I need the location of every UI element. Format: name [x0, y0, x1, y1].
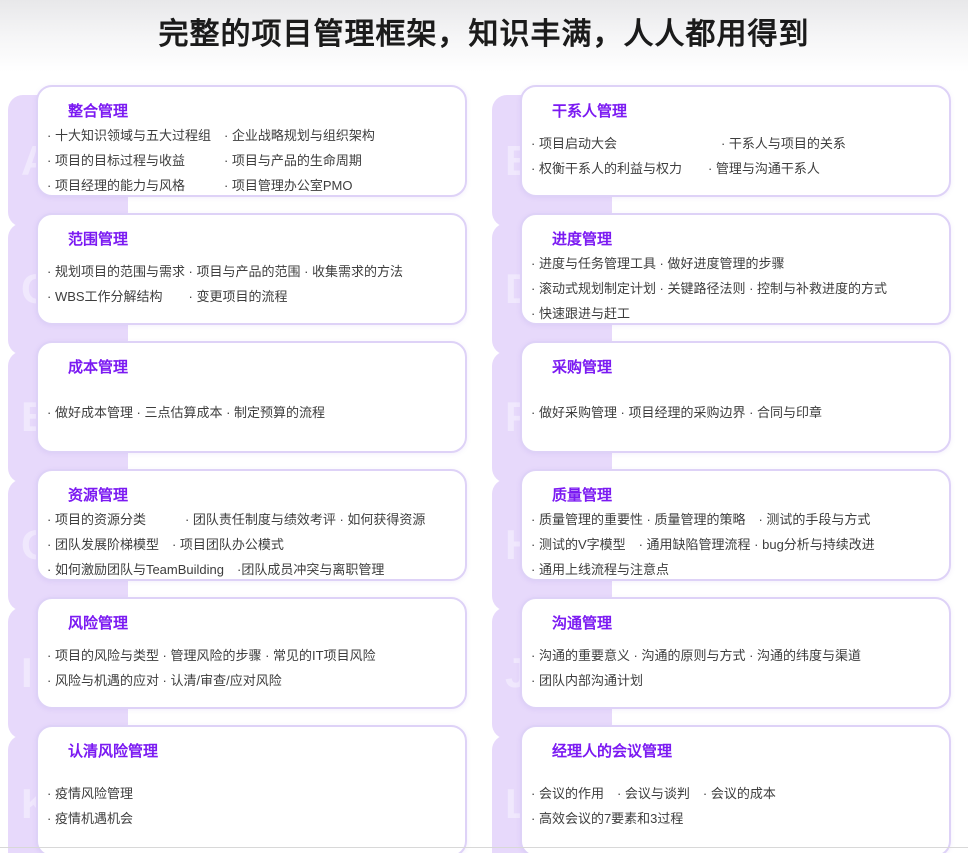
- card-title: 认清风险管理: [68, 740, 465, 761]
- card-bullet-line: · 项目的风险与类型 · 管理风险的步骤 · 常见的IT项目风险: [47, 643, 455, 668]
- card-lines: · 会议的作用 · 会议与谈判 · 会议的成本 · 高效会议的7要素和3过程: [522, 761, 949, 853]
- card-body: 成本管理 · 做好成本管理 · 三点估算成本 · 制定预算的流程: [36, 341, 467, 453]
- card-bullet-line: · 项目经理的能力与风格 · 项目管理办公室PMO: [47, 173, 455, 197]
- card-letter: I: [8, 652, 33, 694]
- card-bullet-line: · 团队发展阶梯模型 · 项目团队办公模式: [47, 532, 455, 557]
- card-bullet-line: · 十大知识领域与五大过程组 · 企业战略规划与组织架构: [47, 123, 455, 148]
- card-bullet-line: · 做好成本管理 · 三点估算成本 · 制定预算的流程: [47, 400, 455, 425]
- card-body: 采购管理 · 做好采购管理 · 项目经理的采购边界 · 合同与印章: [520, 341, 951, 453]
- card-title: 经理人的会议管理: [552, 740, 949, 761]
- card-bullet-line: · 高效会议的7要素和3过程: [531, 806, 939, 831]
- card-bullet-line: · 快速跟进与赶工: [531, 301, 939, 325]
- card-title: 风险管理: [68, 612, 465, 633]
- card-bullet-line: · 疫情机遇机会: [47, 806, 455, 831]
- card-bullet-line: · 通用上线流程与注意点: [531, 557, 939, 581]
- card-title: 进度管理: [552, 228, 949, 249]
- card-bullet-line: · 项目的资源分类 · 团队责任制度与绩效考评 · 如何获得资源: [47, 507, 455, 532]
- card-body: 经理人的会议管理 · 会议的作用 · 会议与谈判 · 会议的成本 · 高效会议的…: [520, 725, 951, 853]
- card-bullet-line: · 会议的作用 · 会议与谈判 · 会议的成本: [531, 781, 939, 806]
- card-body: 进度管理 · 进度与任务管理工具 · 做好进度管理的步骤 · 滚动式规划制定计划…: [520, 213, 951, 325]
- card-title: 范围管理: [68, 228, 465, 249]
- card-lines: · 疫情风险管理 · 疫情机遇机会: [38, 761, 465, 853]
- card-risk: I 风险管理 · 项目的风险与类型 · 管理风险的步骤 · 常见的IT项目风险 …: [0, 597, 484, 725]
- card-bullet-line: · 测试的V字模型 · 通用缺陷管理流程 · bug分析与持续改进: [531, 532, 939, 557]
- card-stakeholder: B 干系人管理 · 项目启动大会 · 干系人与项目的关系 · 权衡干系人的利益与…: [484, 85, 968, 213]
- card-communication: J 沟通管理 · 沟通的重要意义 · 沟通的原则与方式 · 沟通的纬度与渠道 ·…: [484, 597, 968, 725]
- card-body: 整合管理 · 十大知识领域与五大过程组 · 企业战略规划与组织架构 · 项目的目…: [36, 85, 467, 197]
- card-bullet-line: · 进度与任务管理工具 · 做好进度管理的步骤: [531, 251, 939, 276]
- card-resource: G 资源管理 · 项目的资源分类 · 团队责任制度与绩效考评 · 如何获得资源 …: [0, 469, 484, 597]
- card-bullet-line: · 质量管理的重要性 · 质量管理的策略 · 测试的手段与方式: [531, 507, 939, 532]
- card-bullet-line: · 团队内部沟通计划: [531, 668, 939, 693]
- card-bullet-line: · 规划项目的范围与需求 · 项目与产品的范围 · 收集需求的方法: [47, 259, 455, 284]
- card-lines: · 沟通的重要意义 · 沟通的原则与方式 · 沟通的纬度与渠道 · 团队内部沟通…: [522, 633, 949, 707]
- infographic-page: 完整的项目管理框架，知识丰满，人人都用得到 A 整合管理 · 十大知识领域与五大…: [0, 0, 968, 853]
- card-lines: · 规划项目的范围与需求 · 项目与产品的范围 · 收集需求的方法 · WBS工…: [38, 249, 465, 323]
- card-lines: · 质量管理的重要性 · 质量管理的策略 · 测试的手段与方式 · 测试的V字模…: [522, 505, 949, 581]
- card-title: 整合管理: [68, 100, 465, 121]
- card-scope: C 范围管理 · 规划项目的范围与需求 · 项目与产品的范围 · 收集需求的方法…: [0, 213, 484, 341]
- card-lines: · 项目的风险与类型 · 管理风险的步骤 · 常见的IT项目风险 · 风险与机遇…: [38, 633, 465, 707]
- card-bullet-line: · 滚动式规划制定计划 · 关键路径法则 · 控制与补救进度的方式: [531, 276, 939, 301]
- card-pandemic-risk: K 认清风险管理 · 疫情风险管理 · 疫情机遇机会: [0, 725, 484, 853]
- card-title: 质量管理: [552, 484, 949, 505]
- page-header: 完整的项目管理框架，知识丰满，人人都用得到: [0, 0, 968, 85]
- page-title: 完整的项目管理框架，知识丰满，人人都用得到: [0, 9, 968, 53]
- card-bullet-line: · 风险与机遇的应对 · 认清/审查/应对风险: [47, 668, 455, 693]
- card-title: 采购管理: [552, 356, 949, 377]
- card-bullet-line: · WBS工作分解结构 · 变更项目的流程: [47, 284, 455, 309]
- card-lines: · 十大知识领域与五大过程组 · 企业战略规划与组织架构 · 项目的目标过程与收…: [38, 121, 465, 197]
- card-bullet-line: · 疫情风险管理: [47, 781, 455, 806]
- section-bottom-divider: [0, 847, 968, 848]
- card-bullet-line: · 项目启动大会 · 干系人与项目的关系: [531, 131, 939, 156]
- card-body: 资源管理 · 项目的资源分类 · 团队责任制度与绩效考评 · 如何获得资源 · …: [36, 469, 467, 581]
- card-lines: · 进度与任务管理工具 · 做好进度管理的步骤 · 滚动式规划制定计划 · 关键…: [522, 249, 949, 325]
- card-title: 沟通管理: [552, 612, 949, 633]
- card-title: 成本管理: [68, 356, 465, 377]
- card-body: 认清风险管理 · 疫情风险管理 · 疫情机遇机会: [36, 725, 467, 853]
- card-integration: A 整合管理 · 十大知识领域与五大过程组 · 企业战略规划与组织架构 · 项目…: [0, 85, 484, 213]
- card-grid: A 整合管理 · 十大知识领域与五大过程组 · 企业战略规划与组织架构 · 项目…: [0, 85, 968, 853]
- card-body: 范围管理 · 规划项目的范围与需求 · 项目与产品的范围 · 收集需求的方法 ·…: [36, 213, 467, 325]
- card-procurement: F 采购管理 · 做好采购管理 · 项目经理的采购边界 · 合同与印章: [484, 341, 968, 469]
- card-title: 干系人管理: [552, 100, 949, 121]
- card-title: 资源管理: [68, 484, 465, 505]
- card-bullet-line: · 沟通的重要意义 · 沟通的原则与方式 · 沟通的纬度与渠道: [531, 643, 939, 668]
- card-meeting: L 经理人的会议管理 · 会议的作用 · 会议与谈判 · 会议的成本 · 高效会…: [484, 725, 968, 853]
- card-cost: E 成本管理 · 做好成本管理 · 三点估算成本 · 制定预算的流程: [0, 341, 484, 469]
- card-bullet-line: · 项目的目标过程与收益 · 项目与产品的生命周期: [47, 148, 455, 173]
- card-body: 质量管理 · 质量管理的重要性 · 质量管理的策略 · 测试的手段与方式 · 测…: [520, 469, 951, 581]
- card-body: 干系人管理 · 项目启动大会 · 干系人与项目的关系 · 权衡干系人的利益与权力…: [520, 85, 951, 197]
- card-lines: · 做好采购管理 · 项目经理的采购边界 · 合同与印章: [522, 377, 949, 451]
- card-bullet-line: · 做好采购管理 · 项目经理的采购边界 · 合同与印章: [531, 400, 939, 425]
- card-quality: H 质量管理 · 质量管理的重要性 · 质量管理的策略 · 测试的手段与方式 ·…: [484, 469, 968, 597]
- card-schedule: D 进度管理 · 进度与任务管理工具 · 做好进度管理的步骤 · 滚动式规划制定…: [484, 213, 968, 341]
- card-body: 风险管理 · 项目的风险与类型 · 管理风险的步骤 · 常见的IT项目风险 · …: [36, 597, 467, 709]
- card-lines: · 项目的资源分类 · 团队责任制度与绩效考评 · 如何获得资源 · 团队发展阶…: [38, 505, 465, 581]
- card-bullet-line: · 如何激励团队与TeamBuilding ·团队成员冲突与离职管理: [47, 557, 455, 581]
- card-lines: · 项目启动大会 · 干系人与项目的关系 · 权衡干系人的利益与权力 · 管理与…: [522, 121, 949, 195]
- card-bullet-line: · 权衡干系人的利益与权力 · 管理与沟通干系人: [531, 156, 939, 181]
- card-body: 沟通管理 · 沟通的重要意义 · 沟通的原则与方式 · 沟通的纬度与渠道 · 团…: [520, 597, 951, 709]
- card-lines: · 做好成本管理 · 三点估算成本 · 制定预算的流程: [38, 377, 465, 451]
